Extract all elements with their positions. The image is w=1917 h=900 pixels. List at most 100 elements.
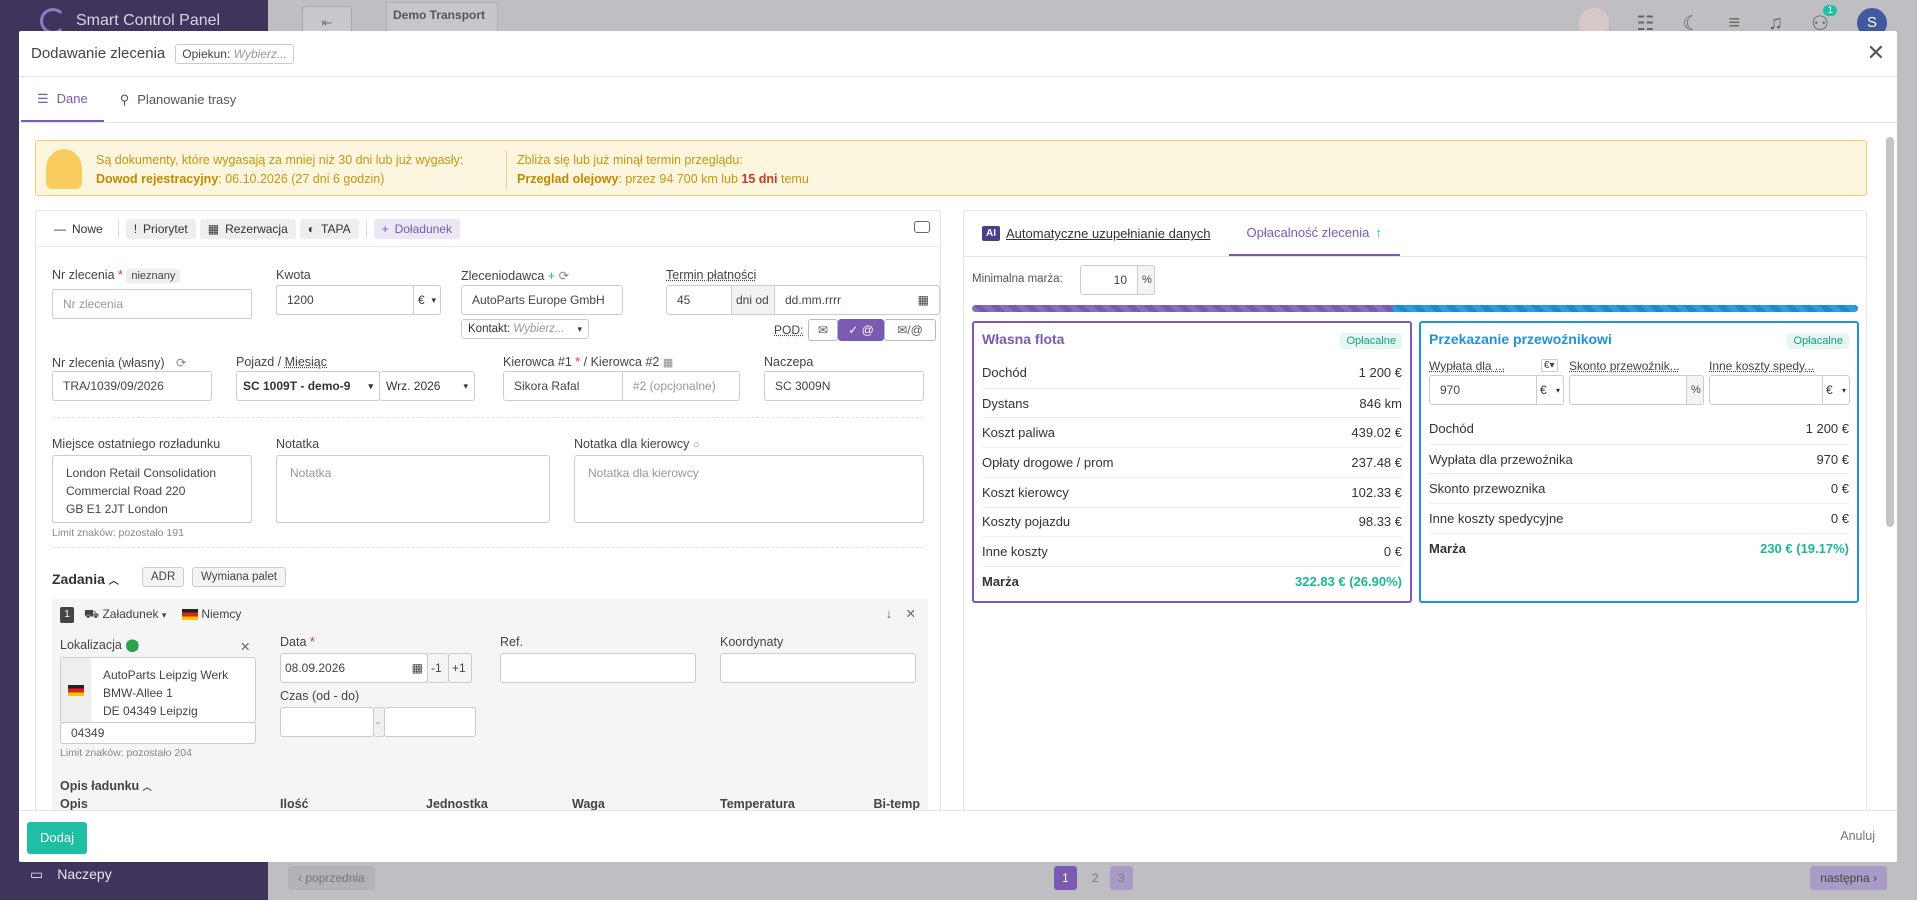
circle-icon: ○ [692, 439, 700, 451]
currency-select[interactable]: € ▾ [413, 285, 441, 315]
wymiana-palet-button[interactable]: Wymiana palet [192, 567, 286, 587]
pod-mail-or-email-button[interactable]: ✉/@ [884, 319, 936, 341]
miesiac-select[interactable]: Wrz. 2026 ▾ [379, 371, 475, 401]
kierowca1-input[interactable]: Sikora Rafal [503, 371, 623, 401]
opiekun-select[interactable]: Opiekun: Wybierz... [175, 43, 294, 64]
kwota-input[interactable]: 1200 [276, 285, 414, 315]
eraser-icon[interactable] [914, 221, 930, 233]
total-label: Marża [982, 573, 1019, 589]
opis-ladunku-heading[interactable]: Opis ładunku ︿ [60, 779, 152, 793]
tab-auto-fill[interactable]: AI Automatyczne uzupełnianie danych [964, 211, 1229, 256]
anuluj-button[interactable]: Anuluj [1840, 829, 1875, 843]
inne-koszty-currency-select[interactable]: € ▾ [1822, 375, 1850, 405]
naczepa-input[interactable]: SC 3009N [764, 371, 924, 401]
table-row: Skonto przewoznika 0 € [1429, 473, 1849, 503]
order-toolbar: — Nowe ! Priorytet ▦ Rezerwacja ◐ TAPA + Doła… [36, 211, 940, 247]
tab-oplacalnosc[interactable]: Opłacalność zlecenia ↑ [1228, 211, 1400, 256]
zleceniodawca-input[interactable]: AutoParts Europe GmbH [461, 285, 623, 315]
pager-next-label: następna [1820, 871, 1870, 885]
termin-date-input[interactable]: dd.mm.rrrr ▦ [774, 285, 940, 315]
table-row: Wypłata dla przewoźnika 970 € [1429, 443, 1849, 474]
zadania-heading[interactable]: Zadania ︿ [52, 571, 119, 587]
clear-location-icon[interactable]: ✕ [240, 639, 250, 654]
termin-days-input[interactable]: 45 [666, 285, 732, 315]
koordynaty-label: Koordynaty [720, 635, 784, 649]
lokalizacja-label: Lokalizacja ⬤ [60, 637, 139, 652]
add-icon[interactable]: + [548, 269, 555, 283]
sidebar-item-naczepy[interactable]: ▭ Naczepy [30, 866, 112, 883]
minus-one-button[interactable]: -1 [427, 653, 449, 683]
data-label-text: Data [280, 635, 307, 649]
task-type-select[interactable]: ⛟ Załadunek ▾ [84, 607, 166, 623]
calendar-icon[interactable]: ▦ [663, 357, 673, 369]
pojazd-select[interactable]: SC 1009T - demo-9 ▾ [236, 371, 380, 401]
modal-scrollbar[interactable] [1886, 131, 1894, 831]
currency-mini-select[interactable]: €▾ [1541, 359, 1558, 372]
modal-header: Dodawanie zlecenia Opiekun: Wybierz... ✕ [19, 31, 1897, 77]
tab-dane[interactable]: ☰ Dane [21, 77, 104, 122]
czas-od-input[interactable] [280, 707, 374, 737]
koordynaty-input[interactable] [720, 653, 916, 683]
close-icon[interactable]: ✕ [1867, 40, 1885, 66]
row-label: Dystans [982, 395, 1029, 411]
row-value: 0 € [1383, 544, 1402, 560]
ref-input[interactable] [500, 653, 696, 683]
kierowca1-label-text: Kierowca #1 [503, 355, 572, 369]
refresh-icon[interactable]: ⟳ [559, 269, 569, 283]
postal-input[interactable]: 04349 [60, 722, 256, 744]
tab-planowanie-trasy[interactable]: ⚲ Planowanie trasy [104, 77, 253, 122]
list-icon: ☰ [37, 90, 49, 106]
scrollbar-thumb[interactable] [1886, 137, 1894, 527]
wyplata-input[interactable]: 970 [1429, 375, 1537, 405]
pod-mail-button[interactable]: ✉ [808, 319, 838, 341]
task-card: 1 ⛟ Załadunek ▾ Niemcy ↓ ✕ Lokalizacja ⬤… [52, 599, 928, 842]
opis-ladunku-text: Opis ładunku [60, 779, 140, 793]
pager-next-button[interactable]: następna › [1810, 866, 1887, 890]
task-number: 1 [60, 607, 74, 623]
notatka-kierowcy-textarea[interactable]: Notatka dla kierowcy [574, 455, 924, 523]
zadania-title: Zadania [52, 571, 105, 587]
row-label: Opłaty drogowe / prom [982, 454, 1114, 470]
flag-de-icon [68, 684, 84, 696]
notatka-textarea[interactable]: Notatka [276, 455, 550, 523]
close-icon[interactable]: ✕ [906, 606, 916, 621]
page-1-button[interactable]: 1 [1054, 866, 1077, 890]
location-hint: Limit znaków: pozostało 204 [60, 747, 192, 759]
termin-label-text: Termin płatności [666, 268, 757, 282]
map-pin-icon[interactable]: ⬤ [125, 638, 139, 652]
skonto-input[interactable] [1569, 375, 1687, 405]
page-3-button[interactable]: 3 [1110, 866, 1133, 890]
pod-check-email-button[interactable]: ✓ @ [838, 319, 884, 341]
row-label: Inne koszty [982, 544, 1048, 560]
tapa-button[interactable]: ◐ TAPA [299, 218, 359, 239]
inne-koszty-input[interactable] [1709, 375, 1823, 405]
rezerwacja-button[interactable]: ▦ Rezerwacja [199, 218, 296, 239]
chevron-up-icon: ︿ [108, 576, 119, 587]
dodaj-button[interactable]: Dodaj [27, 822, 87, 854]
adr-button[interactable]: ADR [142, 567, 185, 587]
plus-one-button[interactable]: +1 [448, 653, 472, 683]
min-marza-input[interactable]: 10 [1080, 265, 1138, 295]
termin-label: Termin płatności [666, 268, 756, 282]
arrow-down-icon[interactable]: ↓ [886, 607, 892, 621]
data-input[interactable]: 08.09.2026 ▦ [280, 653, 428, 683]
row-value: 1 200 € [1805, 421, 1849, 437]
page-2-button[interactable]: 2 [1084, 866, 1107, 890]
trailer-icon: ▭ [30, 866, 44, 882]
wyplata-currency-select[interactable]: € ▾ [1536, 375, 1564, 405]
naczepa-label: Naczepa [764, 355, 814, 369]
refresh-icon[interactable]: ⟳ [176, 356, 186, 370]
nr-wlasny-input[interactable]: TRA/1039/09/2026 [52, 371, 212, 401]
pager-prev-button[interactable]: ‹ poprzednia [288, 866, 375, 890]
kierowca2-input[interactable]: #2 (opcjonalne) [622, 371, 740, 401]
kontakt-select[interactable]: Kontakt: Wybierz... ▾ [461, 319, 589, 339]
doladunek-button[interactable]: + Doładunek [373, 218, 460, 239]
priorytet-button[interactable]: ! Priorytet [125, 218, 196, 239]
nr-zlecenia-input[interactable]: Nr zlecenia [52, 289, 252, 319]
nowe-button[interactable]: — Nowe [46, 219, 111, 239]
profitability-panel: AI Automatyczne uzupełnianie danych Opłac… [963, 210, 1867, 842]
czas-do-input[interactable] [384, 707, 476, 737]
row-value: 970 € [1816, 451, 1849, 467]
miejsce-textarea[interactable]: London Retail Consolidation Commercial R… [52, 455, 252, 523]
notatka-label: Notatka [276, 437, 320, 451]
